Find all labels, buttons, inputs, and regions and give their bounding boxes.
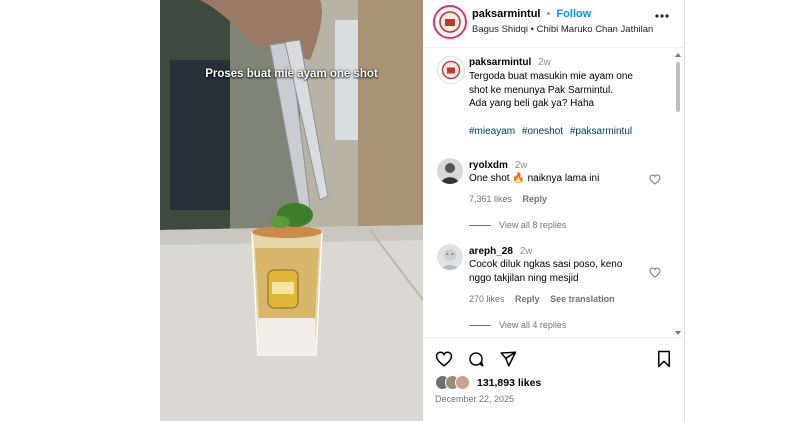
post-actions: 131,893 likes December 22, 2025: [423, 337, 685, 421]
comments-section[interactable]: paksarmintul 2w Tergoda buat masukin mie…: [423, 48, 685, 337]
comment-age: 2w: [514, 160, 528, 171]
caption-age: 2w: [538, 57, 551, 68]
caption-hashtags: #mieayam #oneshot #paksarmintul: [469, 126, 636, 137]
likes-count[interactable]: 131,893: [477, 377, 515, 389]
comment-username[interactable]: areph_28: [469, 246, 513, 257]
view-replies-button[interactable]: View all 4 replies: [469, 320, 566, 330]
scroll-up-arrow-icon[interactable]: [675, 52, 681, 58]
post-details-panel: paksarmintul • Follow Bagus Shidqi • Chi…: [423, 0, 685, 421]
separator-dot: •: [546, 8, 551, 20]
caption-line: Ada yang beli gak ya? Haha: [469, 98, 595, 110]
more-horizontal-icon[interactable]: [655, 13, 669, 19]
reply-button[interactable]: Reply: [523, 194, 548, 204]
video-frame: [160, 0, 423, 421]
hashtag-link[interactable]: #oneshot: [522, 126, 563, 137]
commenter-avatar[interactable]: [437, 158, 463, 184]
comment-likes[interactable]: 270 likes: [469, 294, 505, 304]
comment-age: 2w: [519, 246, 533, 257]
author-username[interactable]: paksarmintul: [472, 8, 540, 20]
comment-meta: 270 likes Reply See translation: [469, 294, 623, 304]
hashtag-link[interactable]: #paksarmintul: [570, 126, 632, 137]
comment-text-line: Cocok diluk ngkas sasi poso, keno: [469, 259, 623, 270]
audio-attribution[interactable]: Bagus Shidqi • Chibi Maruko Chan Jathila…: [472, 24, 653, 35]
comment-meta: 7,361 likes Reply: [469, 194, 555, 204]
likes-label[interactable]: likes: [518, 377, 541, 389]
liker-avatar: [455, 375, 470, 390]
caption-username[interactable]: paksarmintul: [469, 57, 531, 68]
comment-icon[interactable]: [467, 350, 485, 368]
share-icon[interactable]: [499, 350, 517, 368]
caption-line: Tergoda buat masukin mie ayam one: [469, 71, 633, 82]
replies-divider: [469, 225, 491, 227]
reply-button[interactable]: Reply: [515, 294, 540, 304]
comment-text: One shot 🔥 naiknya lama ini: [469, 173, 600, 184]
comment-text: Cocok diluk ngkas sasi poso, keno nggo t…: [469, 258, 649, 286]
comment-likes[interactable]: 7,361 likes: [469, 194, 512, 204]
comments-scrollbar[interactable]: [675, 52, 681, 336]
caption-author-avatar[interactable]: [437, 56, 465, 84]
hashtag-link[interactable]: #mieayam: [469, 126, 515, 137]
post-date: December 22, 2025: [435, 394, 515, 404]
caption-line: shot ke menunya Pak Sarmintul.: [469, 84, 613, 96]
post-header: paksarmintul • Follow Bagus Shidqi • Chi…: [423, 0, 685, 48]
caption-text: Tergoda buat masukin mie ayam one shot k…: [469, 70, 669, 111]
comment-username[interactable]: ryolxdm: [469, 160, 508, 171]
follow-button[interactable]: Follow: [556, 8, 591, 20]
heart-icon[interactable]: [435, 350, 453, 368]
comment-like-heart-icon[interactable]: [649, 267, 661, 278]
view-replies-button[interactable]: View all 8 replies: [469, 220, 566, 230]
commenter-avatar[interactable]: [437, 244, 463, 270]
see-translation-button[interactable]: See translation: [550, 294, 615, 304]
view-replies-label: View all 8 replies: [499, 220, 567, 230]
comment-text-line: nggo takjilan ning mesjid: [469, 273, 579, 284]
scroll-thumb[interactable]: [676, 62, 680, 112]
comment-like-heart-icon[interactable]: [649, 174, 661, 185]
author-avatar[interactable]: [433, 5, 467, 39]
replies-divider: [469, 325, 491, 327]
video-caption-overlay: Proses buat mie ayam one shot: [205, 68, 378, 80]
view-replies-label: View all 4 replies: [499, 320, 567, 330]
bookmark-icon[interactable]: [655, 350, 673, 368]
scroll-down-arrow-icon[interactable]: [675, 330, 681, 336]
post-video[interactable]: Proses buat mie ayam one shot: [160, 0, 423, 421]
